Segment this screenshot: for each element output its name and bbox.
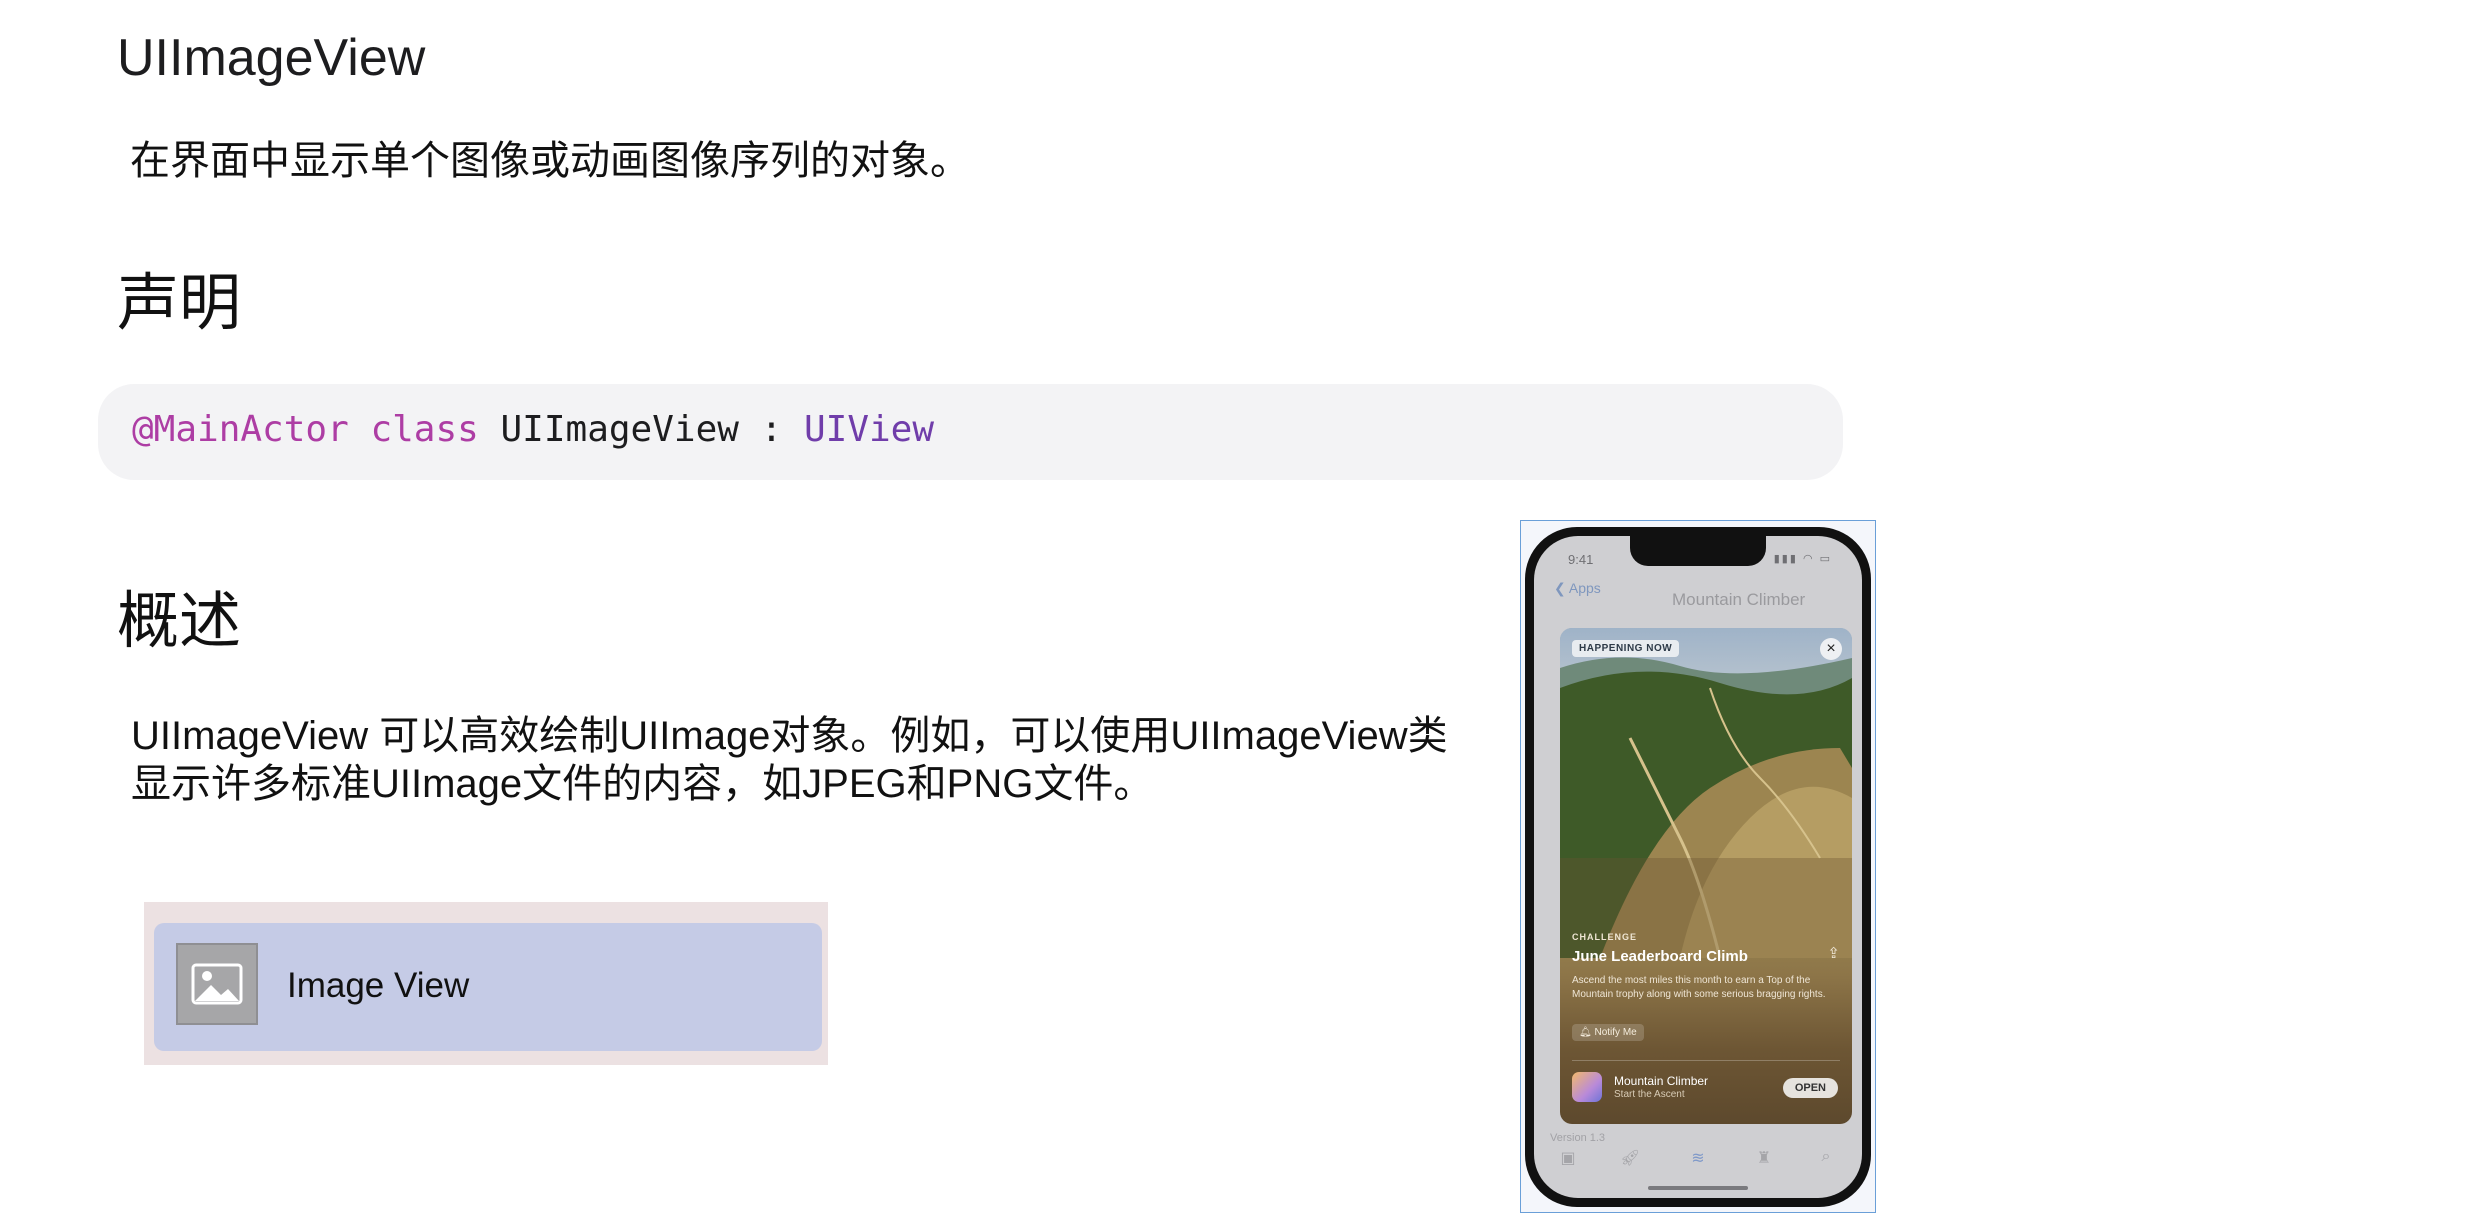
event-card[interactable]: HAPPENING NOW × CHALLENGE June Leaderboa… [1560, 628, 1852, 1124]
declaration-code-block: @MainActor class UIImageView : UIView [98, 384, 1843, 480]
notify-me-button[interactable]: 🔔︎ Notify Me [1572, 1024, 1644, 1041]
card-title: June Leaderboard Climb [1572, 948, 1748, 965]
chevron-left-icon: ❮ [1554, 580, 1566, 596]
landscape-photo [1560, 628, 1852, 958]
phone-preview-image[interactable]: 9:41 ▮▮▮ ◠ ▭ ❮ Apps Mountain Climber HAP… [1520, 520, 1876, 1213]
image-view-widget: Image View [144, 902, 828, 1065]
card-description: Ascend the most miles this month to earn… [1572, 975, 1826, 1000]
background-app-title: Mountain Climber [1672, 590, 1806, 609]
page-title: UIImageView [117, 29, 426, 87]
code-attribute: @MainActor [132, 409, 349, 450]
today-icon[interactable]: ▣ [1548, 1148, 1588, 1168]
happening-now-badge: HAPPENING NOW [1572, 640, 1680, 657]
card-divider [1572, 1060, 1840, 1061]
image-view-widget-tile[interactable]: Image View [154, 923, 822, 1051]
code-superclass-link[interactable]: UIView [804, 409, 934, 450]
code-separator: : [760, 409, 783, 450]
back-button[interactable]: ❮ Apps [1554, 580, 1601, 597]
share-icon[interactable]: ⇪ [1827, 944, 1840, 962]
bell-icon: 🔔︎ [1579, 1027, 1592, 1038]
app-subtitle: Start the Ascent [1614, 1089, 1685, 1100]
overview-heading: 概述 [117, 587, 242, 656]
status-time: 9:41 [1568, 552, 1594, 567]
image-view-label: Image View [287, 966, 470, 1005]
photo-icon [176, 943, 258, 1025]
games-icon[interactable]: 🚀︎ [1610, 1148, 1650, 1168]
declaration-code: @MainActor class UIImageView : UIView [132, 409, 934, 450]
apps-icon[interactable]: ≋ [1678, 1148, 1718, 1168]
status-icons: ▮▮▮ ◠ ▭ [1773, 553, 1832, 565]
app-name: Mountain Climber [1614, 1074, 1709, 1088]
background-version-text: Version 1.3 [1550, 1132, 1606, 1144]
notify-label: Notify Me [1594, 1027, 1637, 1038]
overview-paragraph: UIImageView 可以高效绘制UIImage对象。例如，可以使用UIIma… [131, 714, 1448, 806]
code-keyword: class [370, 409, 479, 450]
phone-notch [1630, 536, 1766, 566]
search-icon[interactable]: ⌕ [1806, 1148, 1846, 1166]
home-indicator [1648, 1186, 1748, 1190]
code-class-name: UIImageView [500, 409, 739, 450]
tab-bar: ▣ 🚀︎ ≋ ♜ ⌕ [1534, 1144, 1862, 1184]
phone-body: 9:41 ▮▮▮ ◠ ▭ ❮ Apps Mountain Climber HAP… [1525, 527, 1871, 1207]
app-icon [1572, 1072, 1602, 1102]
open-button[interactable]: OPEN [1782, 1078, 1838, 1098]
back-label: Apps [1568, 580, 1601, 596]
close-icon[interactable]: × [1820, 638, 1842, 660]
arcade-icon[interactable]: ♜ [1744, 1148, 1784, 1168]
page-subtitle: 在界面中显示单个图像或动画图像序列的对象。 [130, 139, 970, 183]
phone-screen: 9:41 ▮▮▮ ◠ ▭ ❮ Apps Mountain Climber HAP… [1534, 536, 1862, 1198]
card-category: CHALLENGE [1572, 932, 1637, 942]
declaration-heading: 声明 [117, 269, 242, 338]
